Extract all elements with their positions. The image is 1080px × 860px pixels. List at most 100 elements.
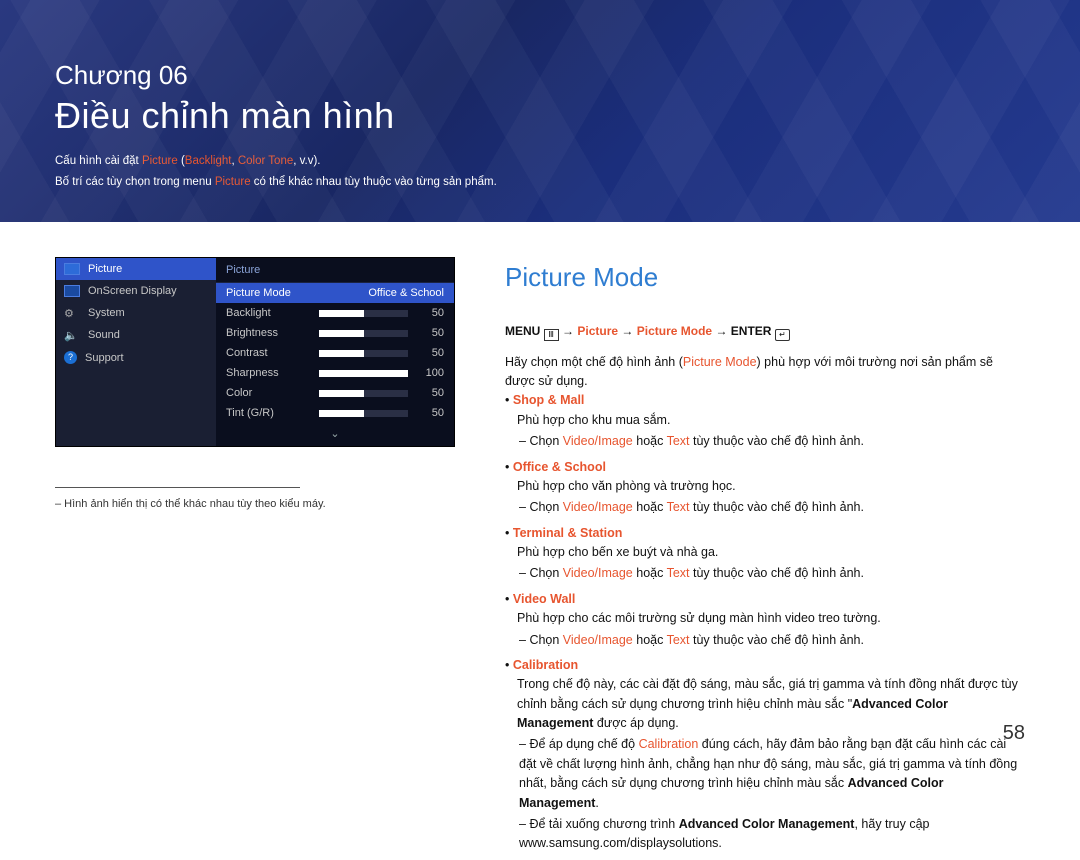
slider-track <box>319 310 408 317</box>
footnote-text: – Hình ảnh hiển thị có thể khác nhau tùy… <box>55 498 455 510</box>
text: Chọn <box>529 434 562 448</box>
text: Color Tone <box>238 155 293 167</box>
text: Text <box>667 434 690 448</box>
question-icon: ? <box>64 351 77 364</box>
list-item-calibration: Calibration Trong chế độ này, các cài đặ… <box>505 656 1025 854</box>
slider-track <box>319 370 408 377</box>
text: Để tải xuống chương trình <box>529 817 678 831</box>
osd-field-value: 50 <box>416 307 444 319</box>
mode-desc: Phù hợp cho các môi trường sử dụng màn h… <box>517 609 1025 628</box>
osd-sidebar-item-picture: Picture <box>56 258 216 280</box>
chevron-down-icon: ⌄ <box>216 423 454 440</box>
onscreen-icon <box>64 285 80 297</box>
slider-fill <box>319 350 364 357</box>
sub-item: Để áp dụng chế độ Calibration đúng cách,… <box>519 735 1025 813</box>
chapter-number: Chương 06 <box>55 60 1025 91</box>
intro-text: Hãy chọn một chế độ hình ảnh (Picture Mo… <box>505 353 1025 392</box>
osd-row-picture-mode: Picture Mode Office & School <box>216 283 454 303</box>
text: hoặc <box>633 566 667 580</box>
osd-sidebar-item-system: ⚙ System <box>56 302 216 324</box>
osd-sidebar: Picture OnScreen Display ⚙ System 🔈 Soun… <box>56 258 216 446</box>
osd-field-label: Brightness <box>226 327 311 339</box>
list-item: Terminal & Station Phù hợp cho bến xe bu… <box>505 524 1025 584</box>
text: hoặc <box>633 500 667 514</box>
text: Video/Image <box>563 434 633 448</box>
mode-title: Office & School <box>513 460 606 474</box>
slider-track <box>319 410 408 417</box>
osd-sidebar-item-onscreen: OnScreen Display <box>56 280 216 302</box>
text: Video/Image <box>563 500 633 514</box>
page-content: Picture OnScreen Display ⚙ System 🔈 Soun… <box>0 222 1080 859</box>
mode-list: Shop & Mall Phù hợp cho khu mua sắm. Chọ… <box>505 391 1025 853</box>
text: Cấu hình cài đặt <box>55 155 142 167</box>
left-column: Picture OnScreen Display ⚙ System 🔈 Soun… <box>55 257 455 859</box>
text: Text <box>667 566 690 580</box>
slider-fill <box>319 410 364 417</box>
text: có thể khác nhau tùy thuộc vào từng sản … <box>251 176 497 188</box>
osd-row-color: Color50 <box>216 383 454 403</box>
sub-item: Chọn Video/Image hoặc Text tùy thuộc vào… <box>519 432 1025 451</box>
osd-sidebar-label: Support <box>85 352 124 364</box>
osd-field-label: Picture Mode <box>226 287 311 299</box>
sub-item: Để tải xuống chương trình Advanced Color… <box>519 815 1025 854</box>
section-heading: Picture Mode <box>505 257 1025 297</box>
sub-item: Chọn Video/Image hoặc Text tùy thuộc vào… <box>519 498 1025 517</box>
osd-field-value: Office & School <box>368 287 444 299</box>
osd-field-value: 50 <box>416 407 444 419</box>
picture-icon <box>64 263 80 275</box>
text: tùy thuộc vào chế độ hình ảnh. <box>690 434 864 448</box>
chapter-title: Điều chỉnh màn hình <box>55 95 1025 137</box>
banner-desc-2: Bố trí các tùy chọn trong menu Picture c… <box>55 172 1025 193</box>
speaker-icon: 🔈 <box>64 329 80 341</box>
text: Text <box>667 500 690 514</box>
enter-icon: ↵ <box>775 329 790 341</box>
arrow: → <box>562 324 577 338</box>
mode-title: Video Wall <box>513 592 576 606</box>
mode-desc: Phù hợp cho văn phòng và trường học. <box>517 477 1025 496</box>
slider-track <box>319 330 408 337</box>
text: Bố trí các tùy chọn trong menu <box>55 176 215 188</box>
osd-field-value: 50 <box>416 347 444 359</box>
osd-panel-header: Picture <box>216 258 454 283</box>
osd-field-label: Tint (G/R) <box>226 407 311 419</box>
text: Video/Image <box>563 566 633 580</box>
chapter-banner: Chương 06 Điều chỉnh màn hình Cấu hình c… <box>0 0 1080 222</box>
osd-row-brightness: Brightness 50 <box>216 323 454 343</box>
mode-desc: Phù hợp cho bến xe buýt và nhà ga. <box>517 543 1025 562</box>
text: Chọn <box>529 500 562 514</box>
text: , v.v). <box>293 155 320 167</box>
osd-sidebar-item-sound: 🔈 Sound <box>56 324 216 346</box>
sub-item: Chọn Video/Image hoặc Text tùy thuộc vào… <box>519 631 1025 650</box>
osd-field-label: Sharpness <box>226 367 311 379</box>
path-segment: Picture Mode <box>637 324 712 338</box>
text: Để áp dụng chế độ <box>529 737 638 751</box>
text: hoặc <box>633 434 667 448</box>
osd-row-tint: Tint (G/R) 50 <box>216 403 454 423</box>
osd-field-label: Backlight <box>226 307 311 319</box>
slider-fill <box>319 370 408 377</box>
osd-field-value: 50 <box>416 387 444 399</box>
osd-field-value: 50 <box>416 327 444 339</box>
osd-sidebar-item-support: ? Support <box>56 346 216 369</box>
slider-fill <box>319 390 364 397</box>
path-segment: Picture <box>577 324 618 338</box>
sub-item: Chọn Video/Image hoặc Text tùy thuộc vào… <box>519 564 1025 583</box>
page-number: 58 <box>1003 722 1025 745</box>
slider-fill <box>319 330 364 337</box>
text: Picture <box>215 176 251 188</box>
osd-row-sharpness: Sharpness 100 <box>216 363 454 383</box>
text: Chọn <box>529 566 562 580</box>
osd-field-label: Contrast <box>226 347 311 359</box>
osd-sidebar-label: System <box>88 307 125 319</box>
text: tùy thuộc vào chế độ hình ảnh. <box>690 566 864 580</box>
menu-path: MENU Ⅲ → Picture → Picture Mode → ENTER … <box>505 322 1025 341</box>
text: được áp dụng. <box>593 716 678 730</box>
osd-row-contrast: Contrast 50 <box>216 343 454 363</box>
mode-desc: Phù hợp cho khu mua sắm. <box>517 411 1025 430</box>
osd-field-value: 100 <box>416 367 444 379</box>
text: Advanced Color Management <box>679 817 855 831</box>
banner-desc-1: Cấu hình cài đặt Picture (Backlight, Col… <box>55 151 1025 172</box>
text: hoặc <box>633 633 667 647</box>
osd-menu-mockup: Picture OnScreen Display ⚙ System 🔈 Soun… <box>55 257 455 447</box>
text: Video/Image <box>563 633 633 647</box>
